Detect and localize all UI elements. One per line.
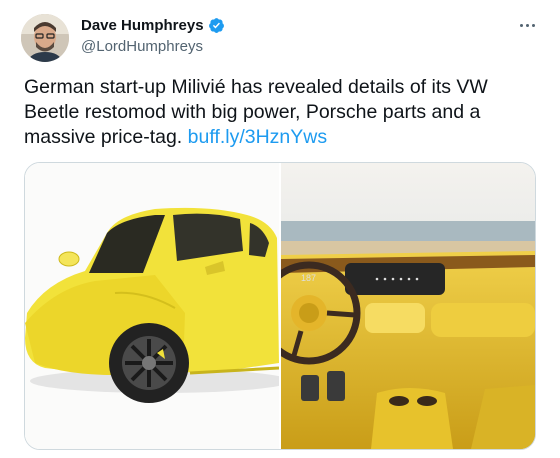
more-dot (531, 23, 535, 27)
media-image-car[interactable] (25, 163, 279, 449)
tweet-link[interactable]: buff.ly/3HznYws (188, 126, 327, 148)
media-grid[interactable]: 187 (24, 162, 536, 450)
yellow-beetle-image (25, 163, 279, 449)
author-name[interactable]: Dave Humphreys (81, 17, 204, 34)
more-dot (519, 23, 523, 27)
tweet[interactable]: Dave Humphreys @LordHumphreys German sta… (0, 0, 560, 458)
tweet-text: German start-up Milivié has revealed det… (24, 75, 540, 150)
more-dot (525, 23, 529, 27)
author-handle[interactable]: @LordHumphreys (81, 38, 203, 55)
more-horizontal-icon[interactable] (516, 18, 538, 32)
verified-badge-icon (208, 18, 224, 33)
avatar-photo (21, 14, 69, 62)
beetle-interior-image: 187 (281, 163, 535, 449)
speed-readout: 187 (301, 273, 316, 283)
author-name-row[interactable]: Dave Humphreys (81, 17, 225, 34)
avatar[interactable] (21, 14, 69, 62)
media-image-interior[interactable]: 187 (281, 163, 535, 449)
